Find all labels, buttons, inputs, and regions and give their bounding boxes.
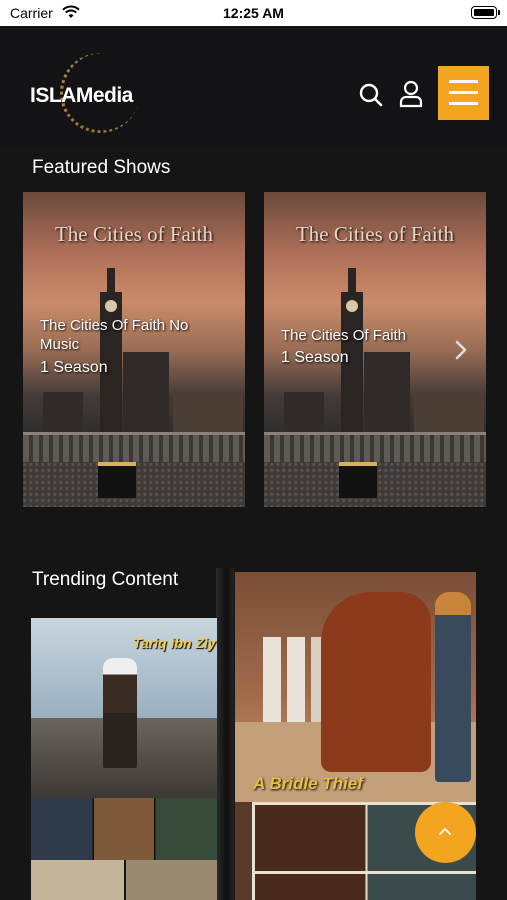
scroll-to-top-button[interactable] [415,802,476,863]
show-art-title: The Cities of Faith [54,222,214,246]
clock: 12:25 AM [223,5,284,21]
trending-item[interactable]: Tariq ibn Ziy [31,618,217,900]
show-title: The Cities Of Faith No Music [40,317,189,353]
featured-shows-title: Featured Shows [32,157,171,178]
trending-art-title: Tariq ibn Ziy [133,635,216,651]
menu-button[interactable] [438,66,489,120]
logo-text: ISLAMedia [30,84,133,107]
app-header: ISLAMedia [0,26,507,146]
kaaba [98,462,136,498]
show-card[interactable]: The Cities of Faith The Cities Of Faith … [23,192,245,507]
artwork-collage [31,860,217,900]
chevron-up-icon [439,828,451,835]
mosque-arcade [264,432,486,462]
search-icon[interactable] [358,82,384,108]
show-seasons: 1 Season [281,349,349,366]
artwork-horse [321,592,431,772]
trending-art-title: A Bridle Thief [253,774,363,793]
artwork-figure [435,592,471,782]
show-card[interactable]: The Cities of Faith The Cities Of Faith … [264,192,486,507]
status-bar: Carrier 12:25 AM [0,0,507,26]
menu-icon-bar [449,80,478,83]
battery-icon [471,6,500,19]
artwork-people [263,637,323,722]
chevron-right-icon[interactable] [454,339,468,367]
show-seasons: 1 Season [40,359,108,376]
menu-icon-bar [449,102,478,105]
mosque-arcade [23,432,245,462]
artwork-figure [103,658,137,768]
kaaba [339,462,377,498]
menu-icon-bar [449,91,478,94]
trending-content-title: Trending Content [32,569,179,590]
carousel-divider [216,568,234,900]
logo[interactable]: ISLAMedia [30,44,149,142]
show-title: The Cities Of Faith [281,327,407,344]
user-icon[interactable] [398,80,424,108]
show-art-title: The Cities of Faith [295,222,455,246]
